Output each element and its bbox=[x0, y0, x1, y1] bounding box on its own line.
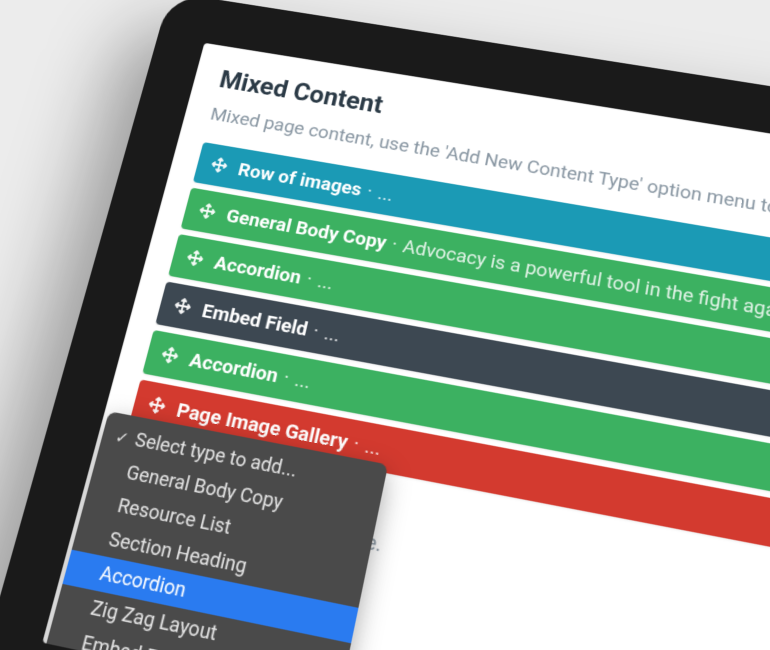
content-row-label: Accordion bbox=[187, 347, 281, 387]
separator: · bbox=[390, 232, 400, 255]
drag-handle-icon[interactable] bbox=[198, 202, 217, 220]
device-frame: Mixed Content Mixed page content, use th… bbox=[0, 0, 770, 650]
content-row-preview: ... bbox=[315, 269, 335, 294]
content-row-preview: ... bbox=[363, 433, 384, 460]
drag-handle-icon[interactable] bbox=[210, 156, 229, 173]
content-row-label: Row of images bbox=[236, 158, 364, 200]
separator: · bbox=[311, 318, 321, 342]
separator: · bbox=[304, 267, 314, 290]
separator: · bbox=[351, 431, 361, 456]
separator: · bbox=[281, 365, 292, 390]
content-row-preview: ... bbox=[293, 367, 314, 393]
content-row-label: Accordion bbox=[212, 251, 304, 289]
drag-handle-icon[interactable] bbox=[173, 297, 193, 316]
check-icon: ✓ bbox=[111, 426, 134, 448]
content-row-preview: ... bbox=[322, 320, 342, 346]
content-row-label: Embed Field bbox=[200, 298, 311, 340]
drag-handle-icon[interactable] bbox=[160, 346, 180, 365]
drag-handle-icon[interactable] bbox=[185, 249, 205, 267]
drag-handle-icon[interactable] bbox=[147, 396, 167, 416]
app-screen: Mixed Content Mixed page content, use th… bbox=[42, 43, 770, 650]
separator: · bbox=[365, 179, 375, 202]
content-row-preview: ... bbox=[376, 181, 396, 205]
